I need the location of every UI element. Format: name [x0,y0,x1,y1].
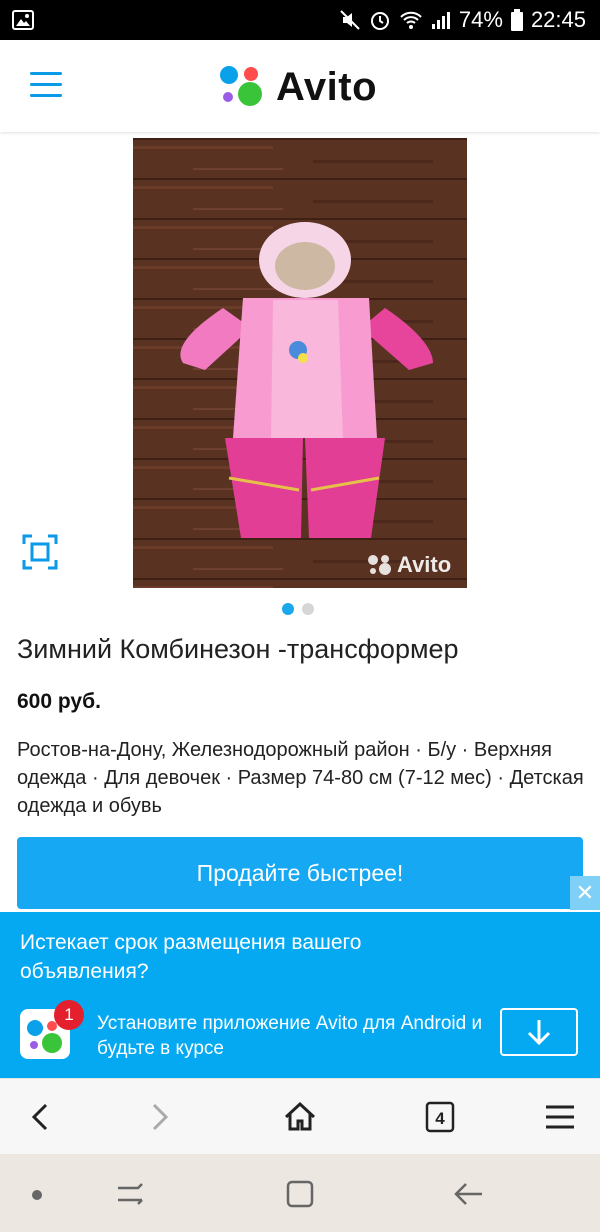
back-nav-icon[interactable] [448,1174,488,1214]
fullscreen-icon[interactable] [22,534,58,570]
notification-badge: 1 [54,1000,84,1030]
forward-icon[interactable] [138,1095,182,1139]
system-nav-bar [0,1154,600,1232]
tabs-icon[interactable]: 4 [418,1095,462,1139]
avito-logo-dots-icon [220,66,262,106]
listing-photo[interactable]: Avito [133,138,467,588]
browser-menu-icon[interactable] [538,1095,582,1139]
home-icon[interactable] [278,1095,322,1139]
alarm-icon [370,12,389,30]
tabs-count: 4 [435,1109,445,1128]
home-nav-icon[interactable] [280,1174,320,1214]
site-header: Avito [0,40,600,132]
download-arrow-icon [527,1020,551,1046]
photo-watermark: Avito [367,552,451,578]
banner-close-icon[interactable]: ✕ [570,876,600,910]
photo-dot-2[interactable] [302,603,314,615]
wifi-icon [400,11,422,29]
clock: 22:45 [530,7,586,32]
watermark-dots-icon [368,555,391,575]
photo-pagination[interactable] [282,603,314,615]
mute-icon [340,10,360,30]
avito-logo[interactable]: Avito [218,64,377,110]
listing-meta: Ростов-на-Дону, Железнодорожный район · … [17,739,584,817]
back-icon[interactable] [18,1095,62,1139]
signal-icon [431,12,450,29]
sell-faster-button[interactable]: Продайте быстрее! [17,837,583,909]
listing-price: 600 руб. [17,690,101,713]
gallery-notification-icon [12,10,34,30]
menu-icon[interactable] [30,72,62,98]
banner-question: Истекает срок размещения вашего объявлен… [20,931,362,983]
battery-percent: 74% [458,7,503,32]
snowsuit-photo [133,138,467,588]
download-app-button[interactable] [500,1008,578,1056]
browser-toolbar: 4 [0,1078,600,1155]
assistant-dot-icon[interactable] [32,1190,42,1200]
app-install-banner: Истекает срок размещения вашего объявлен… [0,912,600,1078]
status-bar: 74% 22:45 [0,0,600,40]
listing-title: Зимний Комбинезон -трансформер [17,634,459,664]
battery-icon [510,9,523,31]
install-app-text: Установите приложение Avito для Android … [97,1013,483,1059]
recent-apps-icon[interactable] [110,1174,150,1214]
logo-text: Avito [276,64,378,109]
watermark-text: Avito [397,552,452,577]
photo-dot-1[interactable] [282,603,294,615]
status-icons: 74% 22:45 [339,0,586,40]
